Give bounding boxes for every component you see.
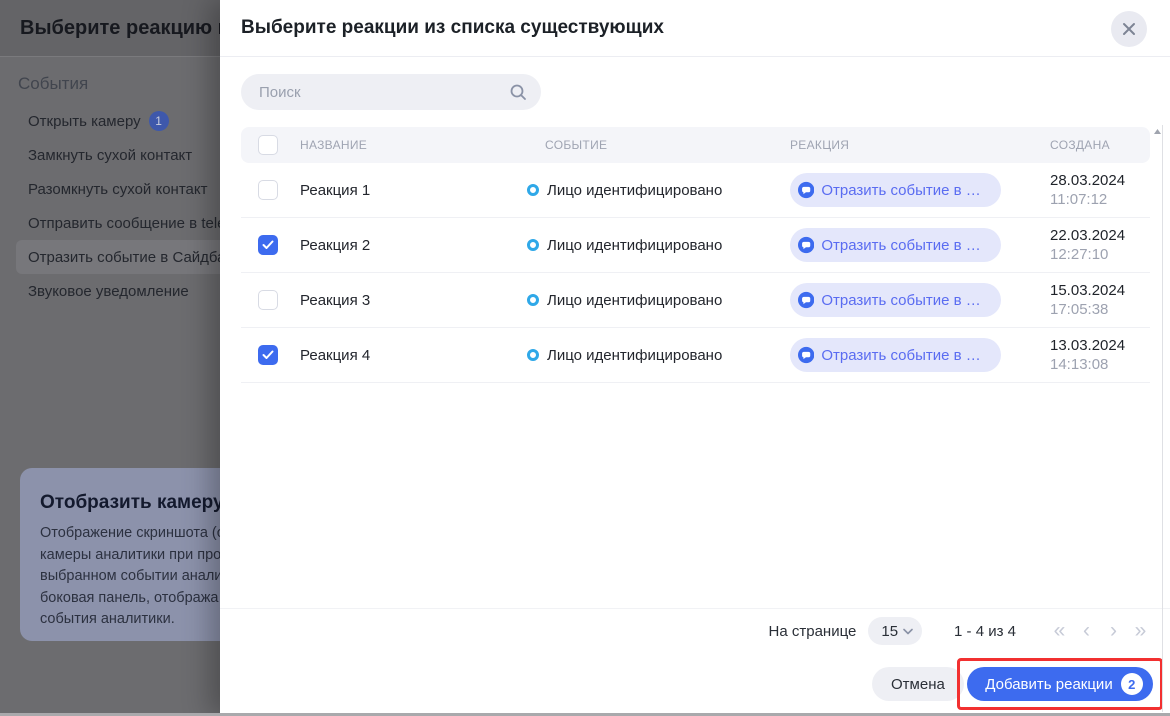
table-header-row: НАЗВАНИЕ СОБЫТИЕ РЕАКЦИЯ СОЗДАНА <box>241 127 1150 163</box>
footer-divider <box>220 608 1170 609</box>
menu-item-label: Разомкнуть сухой контакт <box>28 181 207 198</box>
reaction-chip-label: Отразить событие в Сай... <box>821 347 989 364</box>
menu-item-label: Замкнуть сухой контакт <box>28 147 192 164</box>
search-icon <box>509 83 527 101</box>
screen: Выберите реакцию н События Открыть камер… <box>0 0 1170 716</box>
chat-bubble-icon <box>798 181 814 199</box>
per-page-value: 15 <box>881 623 898 640</box>
pagination: На странице 15 1 - 4 из 4 « ‹ › » <box>220 613 1154 649</box>
add-reactions-label: Добавить реакции <box>985 676 1112 693</box>
scrollbar-up-icon[interactable] <box>1151 126 1163 136</box>
background-dialog-title: Выберите реакцию н <box>20 17 230 40</box>
row-checkbox[interactable] <box>258 180 278 200</box>
column-header-reaction: РЕАКЦИЯ <box>790 138 1030 152</box>
search-input[interactable] <box>257 83 509 102</box>
event-label: Лицо идентифицировано <box>547 347 722 364</box>
close-button[interactable] <box>1111 11 1147 47</box>
event-status-icon <box>527 184 539 196</box>
created-time: 12:27:10 <box>1050 245 1150 264</box>
reaction-chip: Отразить событие в Сай... <box>790 283 1001 317</box>
created-cell: 22.03.202412:27:10 <box>1030 226 1150 264</box>
created-date: 22.03.2024 <box>1050 226 1150 245</box>
table-row[interactable]: Реакция 3 Лицо идентифицировано Отразить… <box>241 273 1150 328</box>
reaction-chip-label: Отразить событие в Сай... <box>821 237 989 254</box>
table-row[interactable]: Реакция 1 Лицо идентифицировано Отразить… <box>241 163 1150 218</box>
row-checkbox[interactable] <box>258 235 278 255</box>
menu-item-sound-notification[interactable]: Звуковое уведомление <box>16 274 243 308</box>
created-date: 28.03.2024 <box>1050 171 1150 190</box>
next-page-button[interactable]: › <box>1100 613 1127 649</box>
chat-bubble-icon <box>798 346 814 364</box>
last-page-button[interactable]: » <box>1127 613 1154 649</box>
reaction-chip: Отразить событие в Сай... <box>790 173 1001 207</box>
select-all-checkbox[interactable] <box>258 135 278 155</box>
reaction-chip: Отразить событие в Сай... <box>790 228 1001 262</box>
annotation-highlight: Добавить реакции 2 <box>957 658 1163 710</box>
menu-item-close-dry-contact[interactable]: Замкнуть сухой контакт <box>16 138 243 172</box>
count-badge: 1 <box>149 111 169 131</box>
modal-header: Выберите реакции из списка существующих <box>220 0 1170 57</box>
selected-count-badge: 2 <box>1121 673 1143 695</box>
per-page-select[interactable]: 15 <box>868 617 922 645</box>
created-time: 17:05:38 <box>1050 300 1150 319</box>
row-checkbox[interactable] <box>258 290 278 310</box>
column-header-created: СОЗДАНА <box>1030 138 1150 152</box>
search-field[interactable] <box>241 74 541 110</box>
menu-item-telegram[interactable]: Отправить сообщение в telegra <box>16 206 243 240</box>
reaction-chip-label: Отразить событие в Сай... <box>821 292 989 309</box>
pager-controls: « ‹ › » <box>1046 613 1154 649</box>
created-time: 14:13:08 <box>1050 355 1150 374</box>
event-status-icon <box>527 239 539 251</box>
column-header-name: НАЗВАНИЕ <box>300 138 527 152</box>
created-cell: 15.03.202417:05:38 <box>1030 281 1150 319</box>
reaction-name: Реакция 4 <box>300 347 527 364</box>
created-date: 15.03.2024 <box>1050 281 1150 300</box>
menu-item-label: Отразить событие в Сайдбаре <box>28 249 242 266</box>
add-reactions-button[interactable]: Добавить реакции 2 <box>967 667 1152 701</box>
created-date: 13.03.2024 <box>1050 336 1150 355</box>
prev-page-button[interactable]: ‹ <box>1073 613 1100 649</box>
row-checkbox[interactable] <box>258 345 278 365</box>
created-cell: 28.03.202411:07:12 <box>1030 171 1150 209</box>
reaction-chip-label: Отразить событие в Сай... <box>821 182 989 199</box>
modal-dialog: Выберите реакции из списка существующих … <box>220 0 1170 716</box>
reaction-name: Реакция 1 <box>300 182 527 199</box>
table-row[interactable]: Реакция 4 Лицо идентифицировано Отразить… <box>241 328 1150 383</box>
menu-item-sidebar-event[interactable]: Отразить событие в Сайдбаре <box>16 240 243 274</box>
table-row[interactable]: Реакция 2 Лицо идентифицировано Отразить… <box>241 218 1150 273</box>
column-header-event: СОБЫТИЕ <box>527 138 790 152</box>
per-page-label: На странице <box>769 623 857 640</box>
page-range-label: 1 - 4 из 4 <box>954 623 1016 640</box>
reactions-table: НАЗВАНИЕ СОБЫТИЕ РЕАКЦИЯ СОЗДАНА Реакция… <box>241 127 1150 383</box>
event-label: Лицо идентифицировано <box>547 292 722 309</box>
menu-item-open-dry-contact[interactable]: Разомкнуть сухой контакт <box>16 172 243 206</box>
created-cell: 13.03.202414:13:08 <box>1030 336 1150 374</box>
cancel-button[interactable]: Отмена <box>872 667 964 701</box>
menu-item-label: Звуковое уведомление <box>28 283 189 300</box>
event-label: Лицо идентифицировано <box>547 237 722 254</box>
menu-item-label: Открыть камеру <box>28 113 141 130</box>
chat-bubble-icon <box>798 291 814 309</box>
reaction-chip: Отразить событие в Сай... <box>790 338 1001 372</box>
chevron-down-icon <box>903 628 913 635</box>
close-icon <box>1122 22 1136 36</box>
created-time: 11:07:12 <box>1050 190 1150 209</box>
event-label: Лицо идентифицировано <box>547 182 722 199</box>
event-status-icon <box>527 349 539 361</box>
reaction-name: Реакция 3 <box>300 292 527 309</box>
scrollbar[interactable] <box>1162 125 1163 712</box>
modal-title: Выберите реакции из списка существующих <box>241 17 664 39</box>
menu-item-label: Отправить сообщение в telegra <box>28 215 247 232</box>
first-page-button[interactable]: « <box>1046 613 1073 649</box>
chat-bubble-icon <box>798 236 814 254</box>
reaction-name: Реакция 2 <box>300 237 527 254</box>
event-status-icon <box>527 294 539 306</box>
menu-item-open-camera[interactable]: Открыть камеру 1 <box>16 104 243 138</box>
